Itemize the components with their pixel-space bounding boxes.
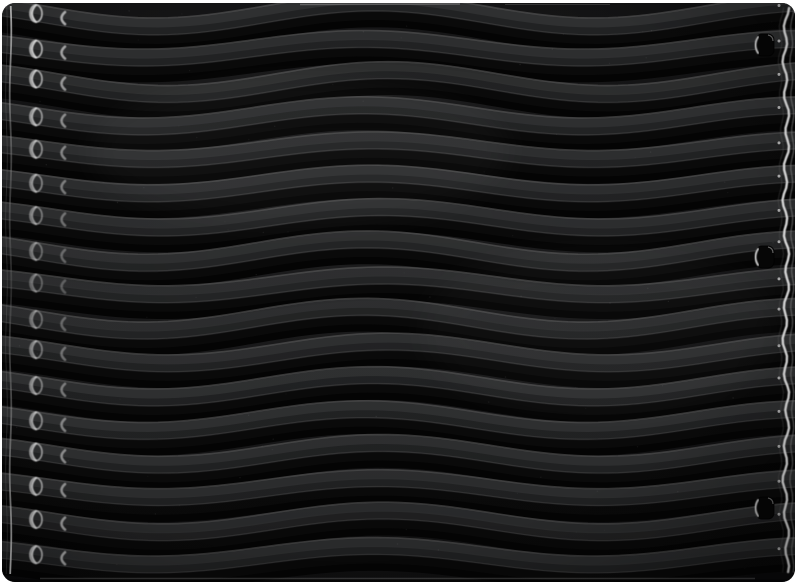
product-photo-black-wave-tile (0, 0, 800, 584)
tile-photo-svg (0, 0, 800, 584)
bottom-shade-overlay (2, 3, 795, 582)
